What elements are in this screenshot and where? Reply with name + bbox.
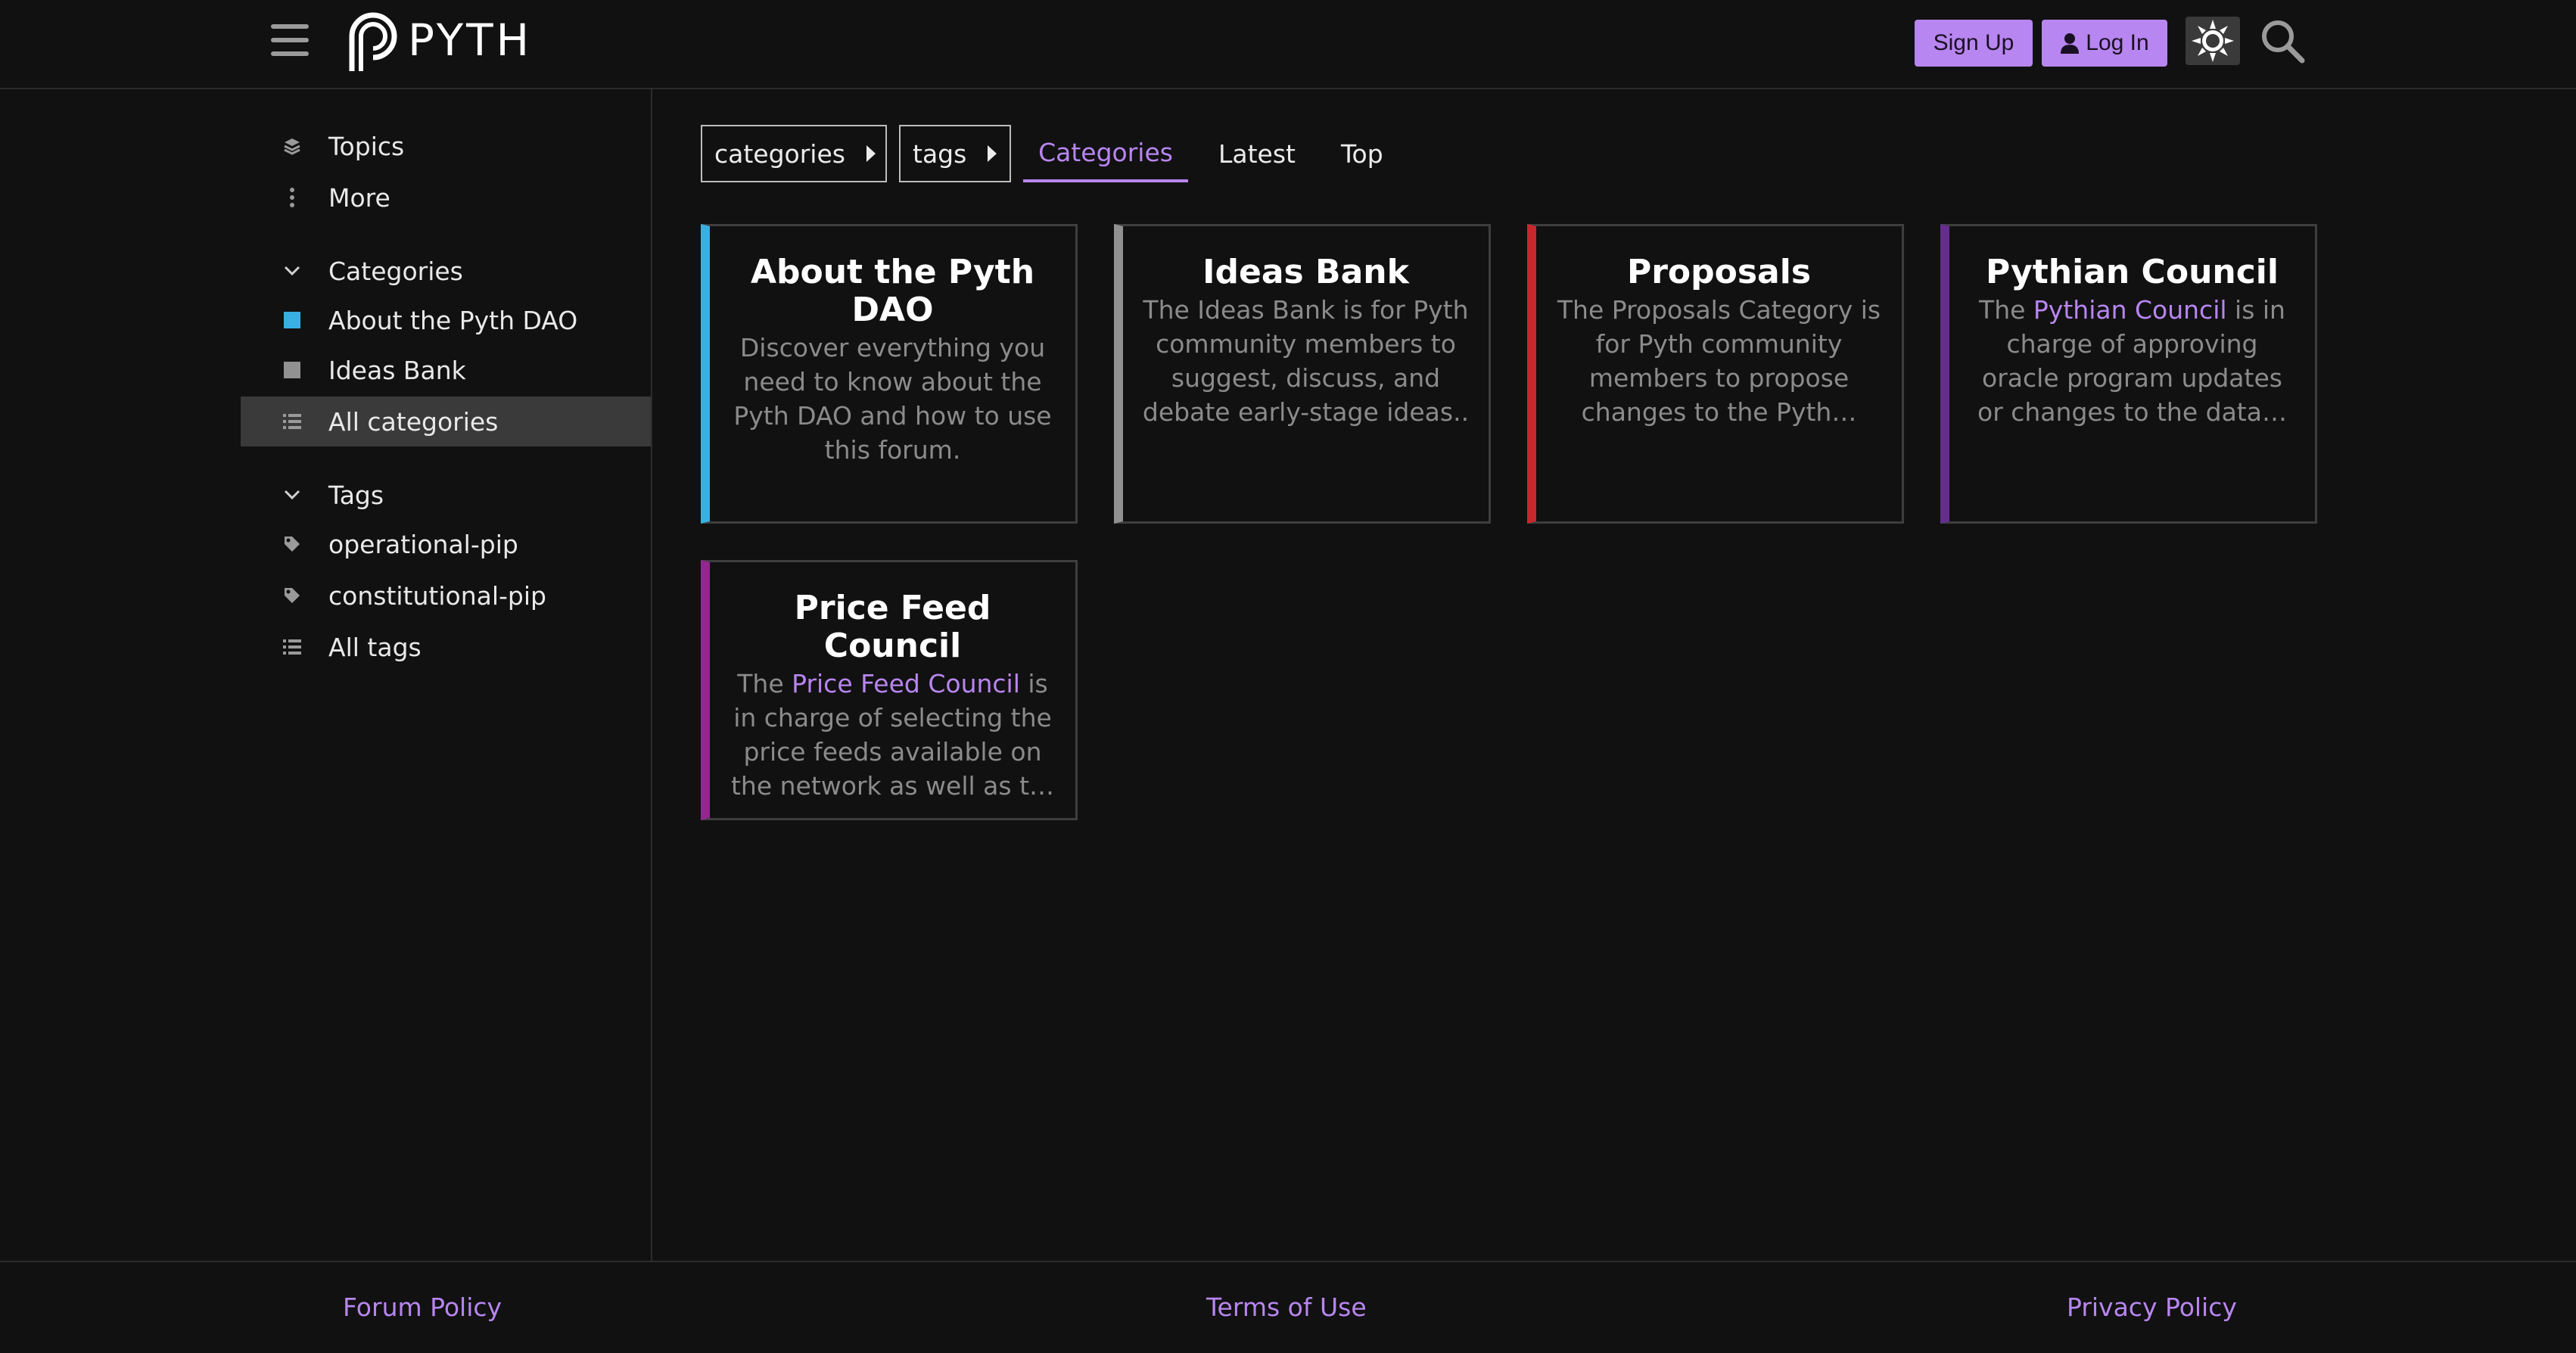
sidebar-item-operational-pip[interactable]: operational-pip [241,519,651,569]
category-card-about-the-pyth-dao[interactable]: About the Pyth DAO Discover everything y… [701,224,1078,524]
terms-of-use-link[interactable]: Terms of Use [1206,1292,1367,1322]
tab-label: Categories [1038,137,1173,167]
description-text: The [1979,295,2033,325]
site-header: PYTH Sign Up Log In [0,0,2576,89]
category-card-title: About the Pyth DAO [750,253,1035,329]
tags-dropdown[interactable]: tags [899,125,1011,182]
tab-categories[interactable]: Categories [1023,125,1188,182]
sign-up-button[interactable]: Sign Up [1915,20,2033,67]
pythian-council-link[interactable]: Pythian Council [2033,295,2227,325]
category-card-proposals[interactable]: Proposals The Proposals Category is for … [1527,224,1904,524]
pyth-logo[interactable]: PYTH [344,6,532,74]
sidebar-item-label: Ideas Bank [328,355,466,385]
sidebar-section-label: Categories [328,256,463,286]
sidebar-section-categories[interactable]: Categories [241,248,651,294]
chevron-down-icon [277,266,307,276]
price-feed-council-link[interactable]: Price Feed Council [792,669,1020,698]
pyth-logo-icon [349,12,397,71]
sidebar-item-ideas-bank[interactable]: Ideas Bank [241,345,651,395]
description-text: The [737,669,792,698]
category-card-description: The Proposals Category is for Pyth commu… [1557,295,1881,427]
sidebar-item-all-categories[interactable]: All categories [241,397,651,446]
list-icon [277,639,307,655]
category-card-description: The Pythian Council is in charge of appr… [1968,293,2297,429]
sidebar-item-label: Topics [328,131,405,161]
theme-toggle-button[interactable] [2186,17,2240,65]
tag-icon [277,535,307,553]
forum-policy-link[interactable]: Forum Policy [343,1292,502,1322]
tab-top[interactable]: Top [1341,125,1394,182]
sun-icon [2192,20,2234,62]
category-card-price-feed-council[interactable]: Price Feed Council The Price Feed Counci… [701,560,1078,820]
category-card-title: Pythian Council [1986,253,2279,291]
category-card-title: Proposals [1626,253,1812,291]
search-icon[interactable] [2258,17,2307,65]
list-icon [277,413,307,430]
sidebar-section-label: Tags [328,480,384,510]
sidebar-item-label: About the Pyth DAO [328,305,578,335]
sidebar-item-topics[interactable]: Topics [241,121,651,171]
layers-icon [277,137,307,155]
category-card-ideas-bank[interactable]: Ideas Bank The Ideas Bank is for Pyth co… [1114,224,1491,524]
category-color-swatch [277,312,307,328]
sign-up-label: Sign Up [1933,30,2014,55]
sidebar: Topics More Categories About the Pyth DA… [241,89,652,1261]
tab-latest[interactable]: Latest [1218,125,1296,182]
chevron-down-icon [277,490,307,500]
tags-dropdown-label: tags [913,138,967,169]
logo-text: PYTH [408,14,533,66]
sidebar-item-about-the-pyth-dao[interactable]: About the Pyth DAO [241,295,651,345]
caret-right-icon [988,145,997,162]
hamburger-menu-icon[interactable] [271,23,309,58]
sidebar-item-all-tags[interactable]: All tags [241,622,651,672]
category-card-description: The Price Feed Council is in charge of s… [728,667,1057,803]
category-color-swatch [277,362,307,378]
sidebar-item-label: All tags [328,632,422,662]
categories-dropdown[interactable]: categories [701,125,887,182]
sidebar-item-label: operational-pip [328,529,518,559]
vertical-ellipsis-icon [277,188,307,207]
tab-label: Latest [1218,138,1296,169]
user-icon [2061,33,2080,54]
site-footer: Forum Policy Terms of Use Privacy Policy [0,1261,2576,1353]
category-card-description: The Ideas Bank is for Pyth community mem… [1142,295,1470,427]
categories-dropdown-label: categories [714,138,845,169]
category-card-description: Discover everything you need to know abo… [733,333,1052,465]
sidebar-item-label: constitutional-pip [328,580,546,611]
sidebar-item-label: All categories [328,406,499,437]
category-card-title: Ideas Bank [1202,253,1409,291]
sidebar-item-label: More [328,182,390,213]
category-card-title: Price Feed Council [794,589,991,665]
tag-icon [277,586,307,605]
sidebar-item-more[interactable]: More [241,173,651,222]
log-in-label: Log In [2086,30,2149,55]
caret-right-icon [866,145,876,162]
category-card-pythian-council[interactable]: Pythian Council The Pythian Council is i… [1940,224,2317,524]
log-in-button[interactable]: Log In [2042,20,2167,67]
privacy-policy-link[interactable]: Privacy Policy [2067,1292,2237,1322]
sidebar-section-tags[interactable]: Tags [241,472,651,518]
sidebar-item-constitutional-pip[interactable]: constitutional-pip [241,571,651,621]
tab-label: Top [1341,138,1383,169]
